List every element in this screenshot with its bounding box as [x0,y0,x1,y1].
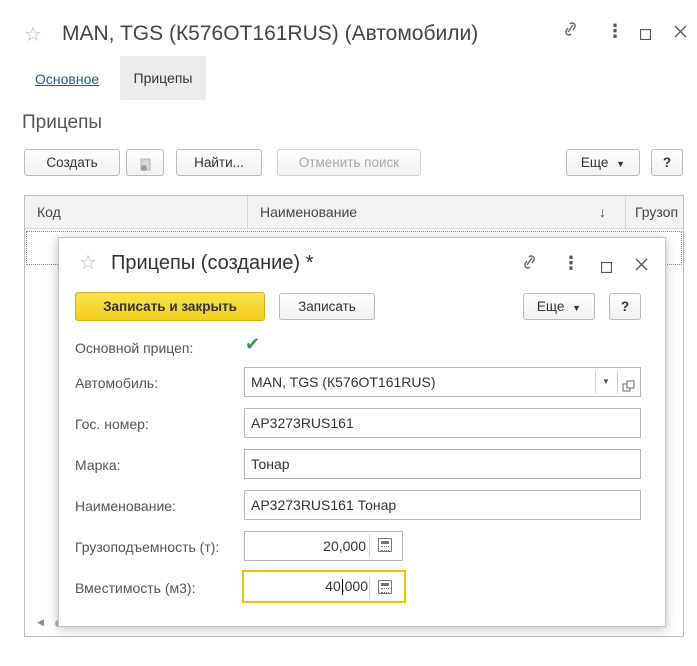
link-icon[interactable] [560,20,580,43]
more-icon[interactable]: ⋮ [562,253,580,274]
dialog-more-label: Еще [536,299,565,314]
app-window: ☆ MAN, TGS (К576ОТ161RUS) (Автомобили) ⋮… [0,0,697,666]
name-field[interactable]: АР3273RUS161 Тонар [244,490,641,520]
dialog-title: Прицепы (создание) * [111,252,314,274]
title-bar: ☆ MAN, TGS (К576ОТ161RUS) (Автомобили) ⋮ [0,0,697,72]
star-icon[interactable]: ☆ [24,22,42,47]
maximize-icon[interactable] [638,24,652,45]
star-icon[interactable]: ☆ [79,250,97,275]
column-name[interactable]: Наименование [260,196,560,229]
main-trailer-label: Основной прицеп: [75,340,194,356]
text-cursor [342,579,343,595]
cancel-search-button[interactable]: Отменить поиск [277,149,421,176]
close-icon[interactable] [672,22,688,43]
open-icon[interactable] [622,374,636,392]
more-icon[interactable]: ⋮ [606,21,624,42]
dropdown-arrow-icon[interactable]: ▼ [602,368,610,396]
brand-label: Марка: [75,457,121,473]
calculator-icon[interactable] [378,538,392,552]
main-trailer-checkbox[interactable]: ✔ [245,334,260,355]
help-button[interactable]: ? [651,149,683,176]
create-button[interactable]: Создать [24,149,120,176]
more-button-label: Еще [580,155,609,170]
section-title: Прицепы [22,112,103,133]
brand-field[interactable]: Тонар [244,449,641,479]
copy-button[interactable] [126,149,164,176]
close-icon[interactable] [633,255,649,276]
plate-field[interactable]: АР3273RUS161 [244,408,641,438]
capacity-value: 20,000 [323,538,366,554]
calculator-icon[interactable] [378,580,392,594]
save-button[interactable]: Записать [279,293,375,320]
capacity-field[interactable]: 20,000 [244,531,403,561]
column-code[interactable]: Код [37,196,237,229]
more-button[interactable]: Еще ▼ [566,149,640,176]
name-label: Наименование: [75,498,176,514]
car-value: MAN, TGS (К576ОТ161RUS) [251,374,436,390]
chevron-down-icon: ▼ [616,159,626,169]
volume-value: 40,000 [325,578,368,594]
car-label: Автомобиль: [75,375,159,391]
tab-main[interactable]: Основное [35,71,99,87]
plate-label: Гос. номер: [75,416,149,432]
tab-trailers[interactable]: Прицепы [120,56,206,100]
save-and-close-button[interactable]: Записать и закрыть [75,292,265,321]
link-icon[interactable] [519,253,539,276]
scroll-left-icon[interactable]: ◀ [37,617,44,628]
volume-field[interactable]: 40,000 [242,570,406,603]
window-title: MAN, TGS (К576ОТ161RUS) (Автомобили) [62,22,479,45]
create-trailer-dialog: ☆ Прицепы (создание) * ⋮ Записать и закр… [58,237,666,627]
maximize-icon[interactable] [599,257,613,278]
car-field[interactable]: MAN, TGS (К576ОТ161RUS) ▼ [244,367,641,397]
table-header: Код Наименование ↓ Грузоп [25,196,683,229]
column-capacity[interactable]: Грузоп [635,196,683,229]
chevron-down-icon: ▼ [572,303,582,313]
dialog-more-button[interactable]: Еще ▼ [523,293,595,320]
volume-label: Вместимость (м3): [75,580,196,596]
dialog-help-button[interactable]: ? [609,293,641,320]
sort-down-icon[interactable]: ↓ [599,196,613,229]
capacity-label: Грузоподъемность (т): [75,539,220,555]
copy-icon [138,155,152,171]
find-button[interactable]: Найти... [176,149,262,176]
